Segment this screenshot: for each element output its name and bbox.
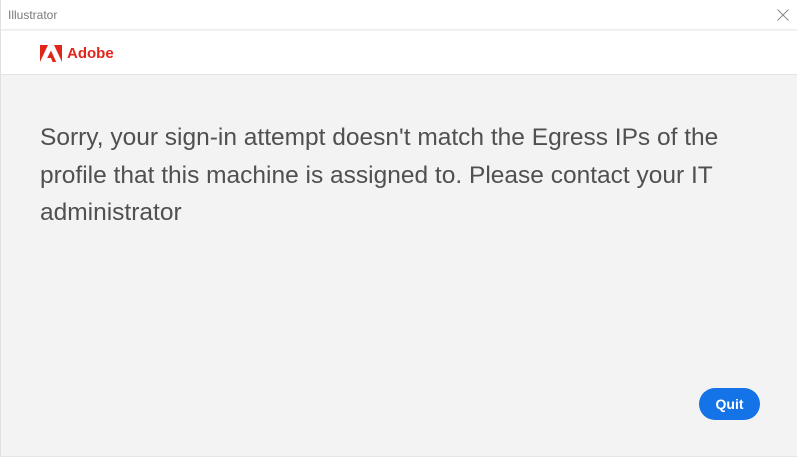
close-button[interactable] (768, 0, 797, 30)
illustrator-dialog-window: Illustrator Adobe Sorry, your sign-in at… (0, 0, 797, 457)
error-message: Sorry, your sign-in attempt doesn't matc… (40, 124, 719, 226)
title-bar: Illustrator (1, 0, 797, 30)
quit-button[interactable]: Quit (699, 388, 760, 420)
window-title: Illustrator (8, 8, 58, 22)
brand-name: Adobe (67, 45, 114, 62)
close-icon (777, 9, 789, 21)
adobe-logo-icon (40, 45, 62, 62)
brand-header: Adobe (1, 31, 797, 75)
